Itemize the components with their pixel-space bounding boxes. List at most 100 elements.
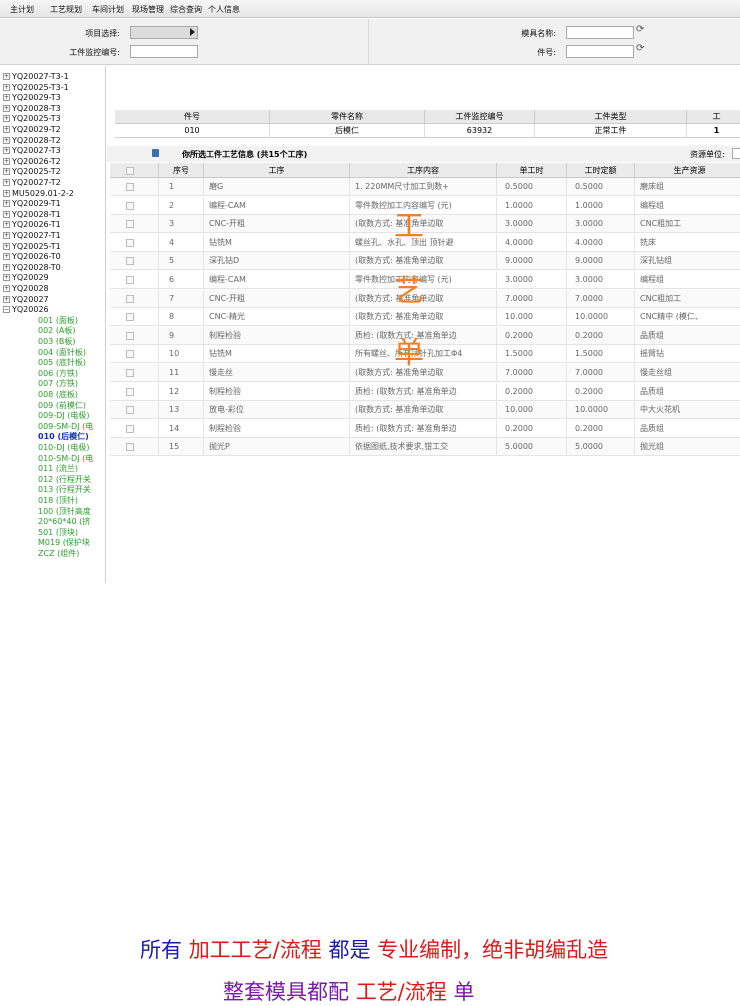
grid-cell[interactable]: 磨G: [204, 178, 350, 196]
plus-box-icon[interactable]: +: [3, 126, 10, 133]
tree-leaf[interactable]: 001 (面板): [38, 315, 78, 326]
plus-box-icon[interactable]: +: [3, 210, 10, 218]
grid-cell[interactable]: 3: [159, 215, 204, 234]
tree-node[interactable]: YQ20026−: [3, 304, 49, 315]
menu-process-planning[interactable]: 工艺规划: [50, 4, 82, 15]
grid-cell[interactable]: 9.0000: [497, 252, 567, 271]
grid-cell[interactable]: 4.0000: [567, 233, 635, 252]
project-select[interactable]: [130, 26, 198, 39]
grid-cell[interactable]: 质检: (取数方式: 基准角单边: [350, 382, 497, 401]
refresh-icon[interactable]: ⟳: [636, 24, 644, 35]
grid-cell[interactable]: 5.0000: [567, 438, 635, 457]
tree-node[interactable]: MU5029.01-2-2 +: [3, 188, 74, 199]
grid-cell[interactable]: 1.0000: [567, 196, 635, 215]
tree-node[interactable]: YQ20027 +: [3, 294, 49, 305]
grid-cell[interactable]: 0.5000: [567, 178, 635, 196]
tree-node[interactable]: YQ20028-T3 +: [3, 103, 61, 114]
tree-leaf[interactable]: 006 (方铁): [38, 368, 78, 379]
grid-cell[interactable]: 11: [159, 364, 204, 382]
grid-cell[interactable]: 7.0000: [497, 364, 567, 382]
plus-box-icon[interactable]: +: [3, 179, 10, 186]
grid-cell[interactable]: 钻铣M: [204, 345, 350, 364]
grid-cell[interactable]: 铣床: [635, 233, 740, 252]
row-checkbox[interactable]: [126, 183, 134, 191]
grid-cell[interactable]: 10.0000: [567, 401, 635, 420]
grid-cell[interactable]: CNC-开粗: [204, 289, 350, 308]
tree-leaf[interactable]: 003 (B板): [38, 336, 76, 347]
row-checkbox[interactable]: [126, 331, 134, 340]
grid-cell[interactable]: 0.5000: [497, 178, 567, 196]
plus-box-icon[interactable]: +: [3, 94, 10, 102]
grid-cell[interactable]: 0.2000: [567, 419, 635, 438]
plus-box-icon[interactable]: +: [3, 83, 10, 91]
grid-cell[interactable]: 5.0000: [497, 438, 567, 457]
minus-box-icon[interactable]: −: [3, 306, 10, 314]
grid-cell[interactable]: 0.2000: [567, 326, 635, 345]
grid-cell[interactable]: 3.0000: [497, 215, 567, 234]
grid-cell[interactable]: 品质组: [635, 419, 740, 438]
tree-node[interactable]: YQ20029-T3 +: [3, 92, 61, 103]
plus-box-icon[interactable]: +: [3, 263, 10, 271]
grid-cell[interactable]: 6: [159, 271, 204, 289]
grid-cell[interactable]: 1.5000: [567, 345, 635, 364]
tree-leaf[interactable]: 007 (方铁): [38, 378, 78, 389]
tree-node[interactable]: YQ20025-T1 +: [3, 241, 61, 252]
tree-node[interactable]: YQ20025-T3-1 +: [3, 82, 69, 93]
menu-comprehensive-query[interactable]: 综合查询: [170, 4, 202, 15]
tree-node[interactable]: YQ20025-T3 +: [3, 113, 61, 124]
plus-box-icon[interactable]: +: [3, 232, 10, 239]
tree-node[interactable]: YQ20029 +: [3, 272, 49, 283]
row-checkbox[interactable]: [126, 257, 134, 266]
tree-node-selected[interactable]: 010 (后模仁): [38, 431, 89, 442]
monitor-number-input[interactable]: [130, 45, 198, 58]
row-checkbox[interactable]: [126, 350, 134, 359]
grid-cell[interactable]: 中大火花机: [635, 401, 740, 420]
tree-leaf[interactable]: 008 (底板): [38, 389, 78, 400]
grid-cell[interactable]: 慢走丝组: [635, 364, 740, 382]
grid-cell[interactable]: 5: [159, 252, 204, 271]
tree-leaf[interactable]: 004 (面针板): [38, 347, 86, 358]
grid-cell[interactable]: 1. 220MM尺寸加工到数+: [350, 178, 497, 196]
grid-cell[interactable]: 1.0000: [497, 196, 567, 215]
refresh-icon[interactable]: ⟳: [636, 43, 644, 54]
grid-cell[interactable]: 编程组: [635, 271, 740, 289]
plus-box-icon[interactable]: +: [3, 147, 10, 155]
tree-node[interactable]: YQ20026-T2 +: [3, 156, 61, 167]
row-checkbox[interactable]: [126, 276, 134, 284]
grid-cell[interactable]: 12: [159, 382, 204, 401]
grid-cell[interactable]: 10: [159, 345, 204, 364]
grid-cell[interactable]: 0.2000: [567, 382, 635, 401]
tree-leaf[interactable]: 002 (A板): [38, 325, 76, 336]
grid-cell[interactable]: 深孔钻组: [635, 252, 740, 271]
grid-cell[interactable]: 慢走丝: [204, 364, 350, 382]
tree-node[interactable]: YQ20028 +: [3, 283, 49, 294]
part-no-input[interactable]: [566, 45, 634, 58]
grid-cell[interactable]: 9.0000: [567, 252, 635, 271]
plus-box-icon[interactable]: +: [3, 73, 10, 80]
plus-box-icon[interactable]: +: [3, 200, 10, 208]
grid-cell[interactable]: CNC粗加工: [635, 215, 740, 234]
grid-cell[interactable]: 磨床组: [635, 178, 740, 196]
grid-cell[interactable]: 抛光组: [635, 438, 740, 457]
plus-box-icon[interactable]: +: [3, 136, 10, 144]
grid-cell[interactable]: 编程-CAM: [204, 196, 350, 215]
grid-cell[interactable]: 品质组: [635, 326, 740, 345]
select-all-checkbox[interactable]: [126, 167, 134, 175]
row-checkbox[interactable]: [126, 313, 134, 322]
grid-cell[interactable]: 4: [159, 233, 204, 252]
grid-cell[interactable]: 3.0000: [567, 271, 635, 289]
grid-cell[interactable]: 7.0000: [567, 364, 635, 382]
grid-cell[interactable]: 1: [159, 178, 204, 196]
tree-node[interactable]: YQ20027-T2 +: [3, 177, 61, 188]
tree-leaf[interactable]: 009 (前模仁): [38, 400, 86, 411]
tree-node[interactable]: YQ20029-T1 +: [3, 198, 61, 209]
plus-box-icon[interactable]: +: [3, 104, 10, 112]
tree-node[interactable]: YQ20027-T3 +: [3, 145, 61, 156]
plus-box-icon[interactable]: +: [3, 157, 10, 165]
grid-cell[interactable]: 10.000: [497, 401, 567, 420]
grid-cell[interactable]: 1.5000: [497, 345, 567, 364]
grid-cell[interactable]: 3.0000: [567, 215, 635, 234]
plus-box-icon[interactable]: +: [3, 189, 10, 197]
grid-cell[interactable]: 10.0000: [567, 308, 635, 327]
tree-node[interactable]: YQ20028-T0 +: [3, 262, 61, 273]
